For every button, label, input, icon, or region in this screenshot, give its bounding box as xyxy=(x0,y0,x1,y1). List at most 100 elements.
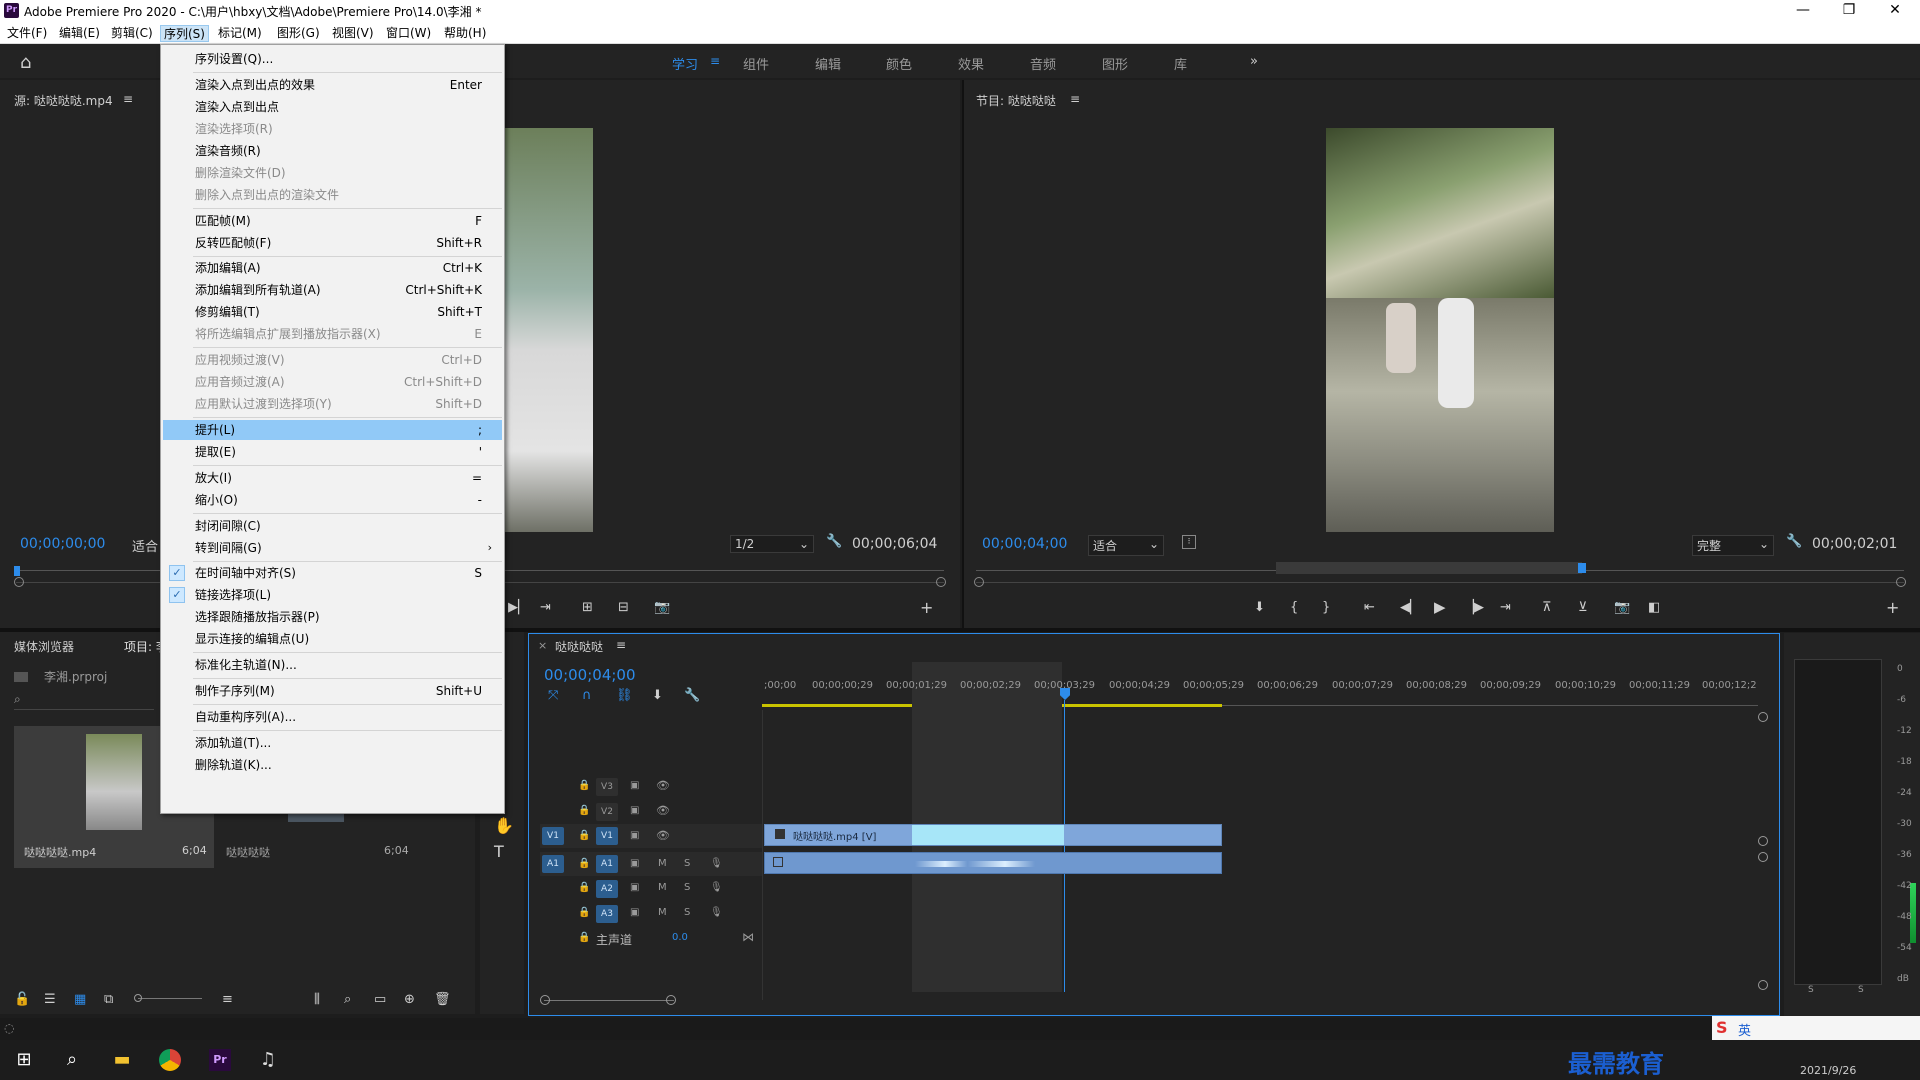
tab-media-browser[interactable]: 媒体浏览器 xyxy=(14,638,74,655)
sequence-menu-item[interactable]: 选择跟随播放指示器(P) xyxy=(163,607,502,627)
timeline-close-icon[interactable]: × xyxy=(538,639,547,652)
eye-icon[interactable]: 👁 xyxy=(656,779,670,792)
go-to-out-icon[interactable]: ⇥ xyxy=(540,600,551,615)
sequence-menu-item[interactable]: 修剪编辑(T) Shift+T xyxy=(163,302,502,322)
project-search-input[interactable]: ⌕ xyxy=(14,692,154,710)
program-menu-icon[interactable]: ≡ xyxy=(1070,92,1080,106)
workspace-color[interactable]: 颜色 xyxy=(886,54,912,73)
mark-in-icon[interactable]: { xyxy=(1290,600,1298,615)
file-explorer-icon[interactable]: ▬ xyxy=(108,1046,136,1074)
sequence-menu-item[interactable]: 渲染音频(R) xyxy=(163,141,502,161)
sequence-menu-item[interactable]: 放大(I) = xyxy=(163,468,502,488)
solo-left-button[interactable]: S xyxy=(1808,985,1814,995)
microphone-icon[interactable]: 🎙 xyxy=(710,858,723,869)
windows-start-icon[interactable]: ⊞ xyxy=(10,1046,38,1074)
bowtie-icon[interactable]: ⋈ xyxy=(742,930,754,944)
lock-icon[interactable]: 🔒 xyxy=(578,932,590,943)
workspace-graphics[interactable]: 图形 xyxy=(1102,54,1128,73)
sequence-menu-item[interactable]: 标准化主轨道(N)... xyxy=(163,655,502,675)
workspace-learn[interactable]: 学习 xyxy=(672,54,698,73)
sequence-menu-item[interactable]: 缩小(O) - xyxy=(163,490,502,510)
timeline-timecode[interactable]: 00;00;04;00 xyxy=(544,666,636,684)
timeline-settings-icon[interactable]: 🔧 xyxy=(684,688,700,703)
sequence-menu-item[interactable]: 添加轨道(T)... xyxy=(163,733,502,753)
add-button-icon[interactable]: + xyxy=(920,598,933,617)
new-item-icon[interactable]: ⊕ xyxy=(404,992,415,1007)
sequence-menu-item[interactable]: 制作子序列(M) Shift+U xyxy=(163,681,502,701)
vertical-zoom-handle[interactable] xyxy=(1758,980,1768,990)
source-zoom-handle-left[interactable] xyxy=(14,577,24,587)
solo-button[interactable]: S xyxy=(684,858,690,869)
sequence-menu-item[interactable]: ✓ 链接选择项(L) xyxy=(163,585,502,605)
menu-file[interactable]: 文件(F) xyxy=(4,25,50,42)
menu-clip[interactable]: 剪辑(C) xyxy=(108,25,156,42)
source-playhead[interactable] xyxy=(14,566,20,576)
list-view-icon[interactable]: ☰ xyxy=(44,992,56,1007)
sync-lock-icon[interactable]: ▣ xyxy=(630,907,639,918)
step-back-icon[interactable]: ◀▏ xyxy=(1400,600,1420,615)
menu-marker[interactable]: 标记(M) xyxy=(215,25,265,42)
program-timecode-current[interactable]: 00;00;04;00 xyxy=(982,536,1067,552)
menu-help[interactable]: 帮助(H) xyxy=(441,25,489,42)
add-marker-icon[interactable]: ⬇ xyxy=(1254,600,1265,615)
sequence-menu-item[interactable]: 序列设置(Q)... xyxy=(163,49,502,69)
search-icon[interactable]: ⌕ xyxy=(58,1046,86,1074)
play-icon[interactable]: ▶ xyxy=(1434,598,1446,616)
scroll-handle-right[interactable] xyxy=(666,995,676,1005)
track-target-v1[interactable]: V1 xyxy=(596,827,618,845)
mute-button[interactable]: M xyxy=(658,907,667,918)
sequence-menu-item[interactable]: ✓ 在时间轴中对齐(S) S xyxy=(163,563,502,583)
sequence-menu-item[interactable]: 提取(E) ' xyxy=(163,442,502,462)
sequence-menu-item[interactable]: 渲染入点到出点 xyxy=(163,97,502,117)
workspace-effects[interactable]: 效果 xyxy=(958,54,984,73)
workspace-editing[interactable]: 编辑 xyxy=(815,54,841,73)
program-zoom-handle-left[interactable] xyxy=(974,577,984,587)
ime-language-toggle[interactable]: 英 xyxy=(1738,1020,1751,1039)
menu-graphics[interactable]: 图形(G) xyxy=(274,25,323,42)
sync-lock-icon[interactable]: ▣ xyxy=(630,858,639,869)
program-playhead[interactable] xyxy=(1578,563,1586,573)
sequence-menu-item[interactable]: 转到间隔(G) › xyxy=(163,538,502,558)
vertical-zoom-handle[interactable] xyxy=(1758,836,1768,846)
close-button[interactable]: ✕ xyxy=(1872,0,1918,22)
program-quality-dropdown[interactable]: 完整 ⌄ xyxy=(1692,535,1774,556)
sequence-menu-item[interactable]: 匹配帧(M) F xyxy=(163,211,502,231)
microphone-icon[interactable]: 🎙 xyxy=(710,882,723,893)
wrench-icon[interactable]: 🔧 xyxy=(1786,534,1802,549)
lock-icon[interactable]: 🔒 xyxy=(578,882,590,893)
source-timecode-current[interactable]: 00;00;00;00 xyxy=(20,536,105,552)
export-frame-icon[interactable]: 📷 xyxy=(654,600,670,615)
mute-button[interactable]: M xyxy=(658,882,667,893)
sort-icon[interactable]: ≡ xyxy=(222,992,233,1007)
sequence-menu-item[interactable]: 自动重构序列(A)... xyxy=(163,707,502,727)
app-taskbar-icon[interactable]: ♫ xyxy=(254,1046,282,1074)
workspace-libraries[interactable]: 库 xyxy=(1174,54,1187,73)
lock-icon[interactable]: 🔒 xyxy=(578,907,590,918)
insert-icon[interactable]: ⊞ xyxy=(582,600,593,615)
sync-lock-icon[interactable]: ▣ xyxy=(630,882,639,893)
chrome-icon[interactable] xyxy=(156,1046,184,1074)
find-icon[interactable]: ⌕ xyxy=(344,992,351,1007)
vertical-zoom-handle[interactable] xyxy=(1758,712,1768,722)
sogou-ime-icon[interactable]: S xyxy=(1716,1018,1728,1037)
comparison-view-icon[interactable]: ◧ xyxy=(1648,600,1660,615)
type-tool-icon[interactable]: T xyxy=(494,842,504,861)
menu-window[interactable]: 窗口(W) xyxy=(383,25,434,42)
home-icon[interactable]: ⌂ xyxy=(20,52,31,73)
lift-icon[interactable]: ⊼ xyxy=(1542,600,1552,615)
snap-icon[interactable]: ∩ xyxy=(582,688,592,703)
program-zoom-handle-right[interactable] xyxy=(1896,577,1906,587)
menu-sequence[interactable]: 序列(S) xyxy=(160,25,209,42)
sync-lock-icon[interactable]: ▣ xyxy=(630,830,639,841)
track-target-v2[interactable]: V2 xyxy=(596,803,618,821)
workspace-more-icon[interactable]: » xyxy=(1250,54,1258,69)
automate-icon[interactable]: ⫼ xyxy=(314,992,320,1007)
program-in-out-range[interactable] xyxy=(1276,562,1582,574)
add-marker-icon[interactable]: ⬇ xyxy=(652,688,663,703)
vertical-zoom-handle[interactable] xyxy=(1758,852,1768,862)
source-menu-icon[interactable]: ≡ xyxy=(123,92,133,106)
lock-icon[interactable]: 🔒 xyxy=(578,858,590,869)
sequence-menu-item[interactable]: 封闭间隙(C) xyxy=(163,516,502,536)
timeline-menu-icon[interactable]: ≡ xyxy=(616,638,626,652)
track-target-v3[interactable]: V3 xyxy=(596,778,618,796)
